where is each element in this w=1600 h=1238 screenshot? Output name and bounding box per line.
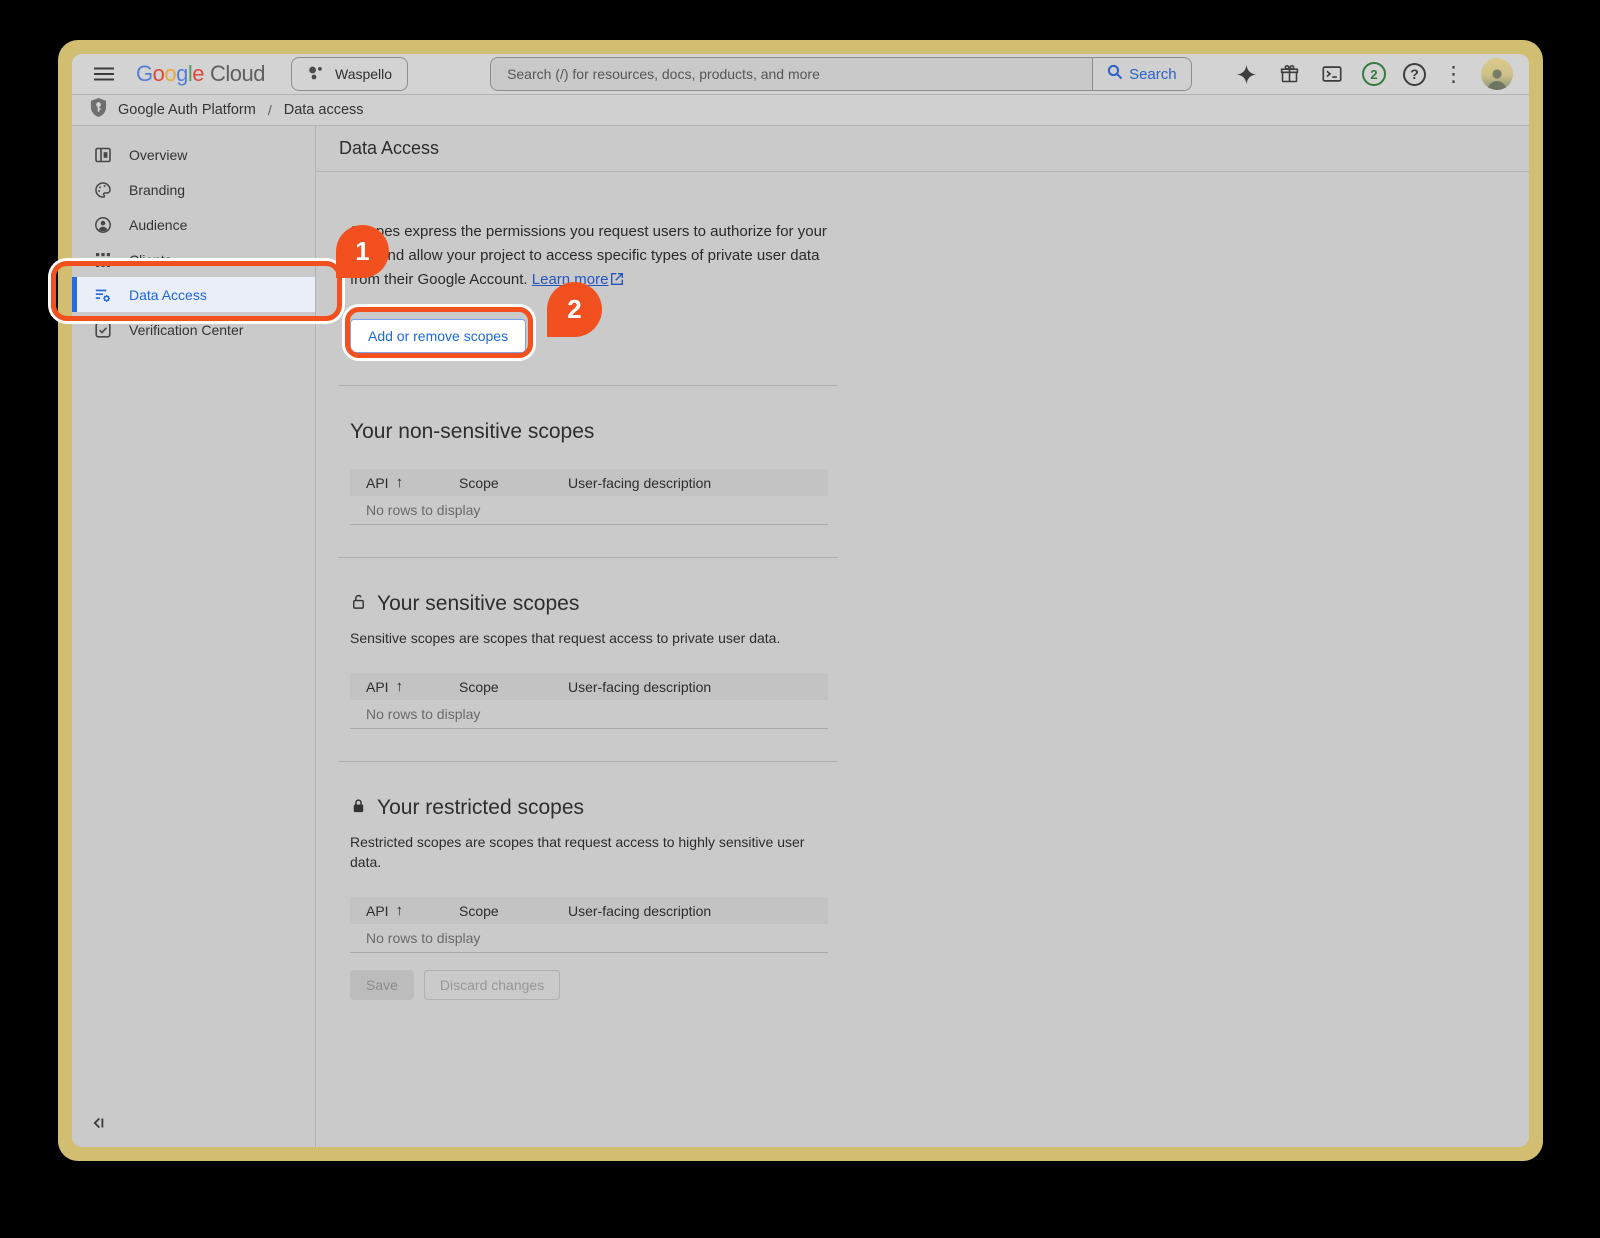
column-api[interactable]: API↑	[350, 902, 443, 919]
gemini-sparkle-icon[interactable]	[1233, 61, 1259, 87]
menu-icon[interactable]	[94, 67, 114, 81]
sidebar-item-overview[interactable]: Overview	[72, 137, 315, 172]
project-icon	[307, 64, 324, 84]
section-title: Your sensitive scopes	[350, 592, 1529, 616]
breadcrumb-separator: /	[268, 102, 272, 118]
column-api[interactable]: API↑	[350, 678, 443, 695]
column-description[interactable]: User-facing description	[552, 475, 828, 491]
search-button[interactable]: Search	[1092, 57, 1192, 91]
section-title: Your non-sensitive scopes	[350, 420, 1529, 444]
intro-text: Scopes express the permissions you reque…	[350, 220, 832, 293]
collapse-sidebar-icon[interactable]	[90, 1115, 106, 1131]
scopes-table: API↑ Scope User-facing description No ro…	[350, 673, 828, 729]
google-cloud-logo[interactable]: Google Cloud	[136, 61, 265, 87]
project-selector[interactable]: Waspello	[291, 57, 408, 91]
form-actions: Save Discard changes	[350, 970, 1529, 1000]
search-bar: Search	[490, 57, 1192, 91]
gift-icon[interactable]	[1276, 61, 1302, 87]
restricted-scopes-section: Your restricted scopes Restricted scopes…	[350, 796, 1529, 953]
empty-row: No rows to display	[350, 700, 828, 729]
section-description: Restricted scopes are scopes that reques…	[350, 832, 832, 872]
screenshot-stage: Google Cloud Waspello Search	[0, 0, 1600, 1238]
page-content: Scopes express the permissions you reque…	[316, 172, 1529, 1147]
body: Overview Branding Audience	[72, 126, 1529, 1147]
scopes-table: API↑ Scope User-facing description No ro…	[350, 469, 828, 525]
table-header: API↑ Scope User-facing description	[350, 673, 828, 700]
breadcrumb-platform[interactable]: Google Auth Platform	[118, 102, 256, 118]
column-api[interactable]: API↑	[350, 474, 443, 491]
help-icon[interactable]: ?	[1403, 63, 1426, 86]
scopes-table: API↑ Scope User-facing description No ro…	[350, 897, 828, 953]
empty-row: No rows to display	[350, 924, 828, 953]
sort-ascending-icon: ↑	[396, 474, 404, 491]
top-bar-icons: 2 ? ⋮	[1233, 58, 1513, 90]
column-description[interactable]: User-facing description	[552, 679, 828, 695]
divider	[338, 761, 838, 762]
sidebar-item-clients[interactable]: Clients	[72, 242, 315, 277]
window-frame: Google Cloud Waspello Search	[58, 40, 1543, 1161]
column-description[interactable]: User-facing description	[552, 903, 828, 919]
add-or-remove-scopes-button[interactable]: Add or remove scopes	[350, 319, 526, 353]
top-bar: Google Cloud Waspello Search	[72, 54, 1529, 95]
column-scope[interactable]: Scope	[443, 903, 552, 919]
discard-changes-button[interactable]: Discard changes	[424, 970, 560, 1000]
avatar[interactable]	[1481, 58, 1513, 90]
cloud-shell-icon[interactable]	[1319, 61, 1345, 87]
grid-icon	[93, 250, 112, 269]
search-icon	[1107, 64, 1123, 84]
non-sensitive-scopes-section: Your non-sensitive scopes API↑ Scope Use…	[350, 420, 1529, 525]
lock-closed-icon	[350, 796, 367, 820]
page-title: Data Access	[316, 126, 1529, 172]
data-access-gear-icon	[93, 285, 112, 304]
divider	[338, 557, 838, 558]
section-description: Sensitive scopes are scopes that request…	[350, 628, 832, 648]
section-title: Your restricted scopes	[350, 796, 1529, 820]
sort-ascending-icon: ↑	[396, 678, 404, 695]
external-link-icon	[611, 269, 623, 293]
sidebar-item-data-access[interactable]: Data Access	[72, 277, 315, 312]
column-scope[interactable]: Scope	[443, 679, 552, 695]
more-options-icon[interactable]: ⋮	[1443, 64, 1464, 85]
lock-open-icon	[350, 592, 367, 616]
logo-cloud-text: Cloud	[210, 61, 265, 87]
palette-icon	[93, 180, 112, 199]
person-circle-icon	[93, 215, 112, 234]
sidebar-item-verification-center[interactable]: Verification Center	[72, 312, 315, 347]
sidebar-item-branding[interactable]: Branding	[72, 172, 315, 207]
column-scope[interactable]: Scope	[443, 475, 552, 491]
table-header: API↑ Scope User-facing description	[350, 469, 828, 496]
breadcrumb-current: Data access	[284, 102, 364, 118]
project-name: Waspello	[335, 66, 392, 82]
table-header: API↑ Scope User-facing description	[350, 897, 828, 924]
sidebar-item-audience[interactable]: Audience	[72, 207, 315, 242]
save-button[interactable]: Save	[350, 970, 414, 1000]
google-cloud-console-window: Google Cloud Waspello Search	[72, 54, 1529, 1147]
search-input[interactable]	[490, 57, 1092, 91]
notifications-badge[interactable]: 2	[1362, 62, 1386, 86]
sensitive-scopes-section: Your sensitive scopes Sensitive scopes a…	[350, 592, 1529, 729]
sidebar: Overview Branding Audience	[72, 126, 316, 1147]
breadcrumb: Google Auth Platform / Data access	[72, 95, 1529, 126]
main-panel: Data Access Scopes express the permissio…	[316, 126, 1529, 1147]
learn-more-link[interactable]: Learn more	[532, 271, 609, 288]
auth-platform-shield-icon	[89, 97, 108, 123]
verified-check-icon	[93, 320, 112, 339]
sort-ascending-icon: ↑	[396, 902, 404, 919]
overview-icon	[93, 145, 112, 164]
empty-row: No rows to display	[350, 496, 828, 525]
divider	[338, 385, 838, 386]
